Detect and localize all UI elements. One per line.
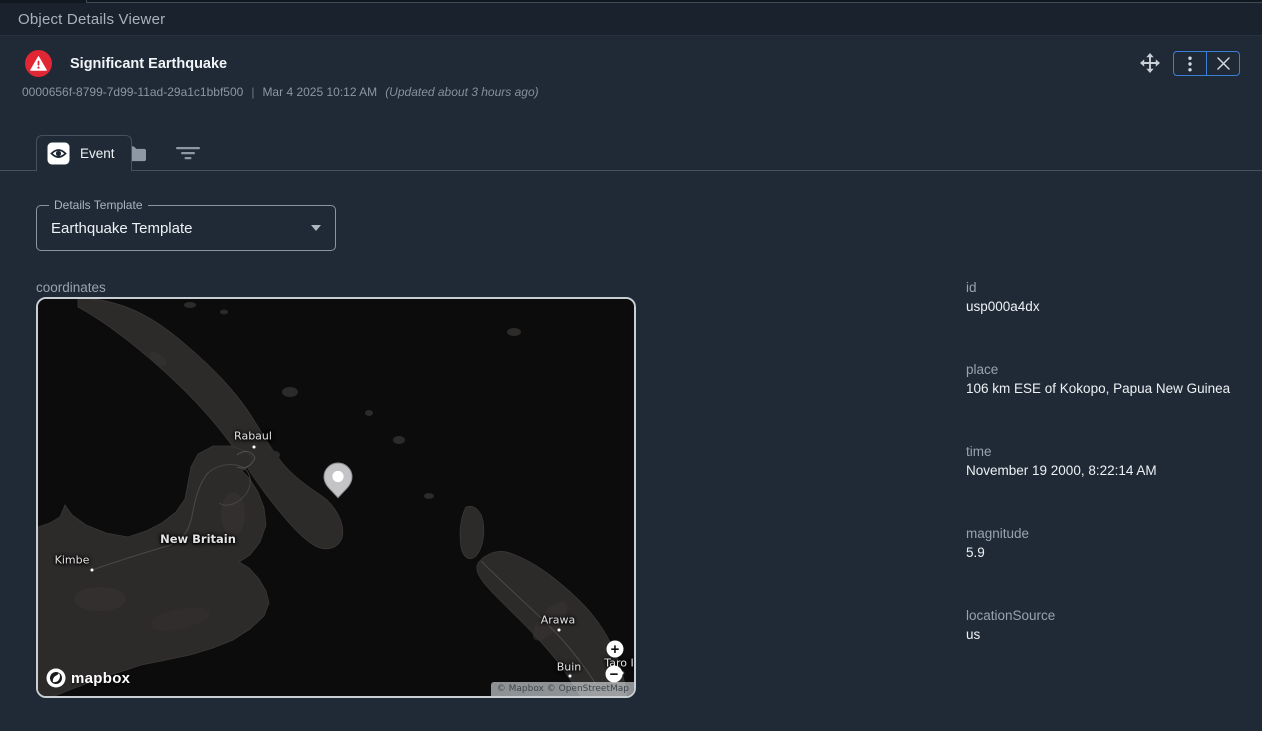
field-magnitude: magnitude 5.9	[966, 526, 1246, 560]
field-id-label: id	[966, 280, 1246, 295]
field-magnitude-label: magnitude	[966, 526, 1246, 541]
object-details-viewer-window: Object Details Viewer Significant Earthq…	[0, 0, 1262, 731]
tab-filter[interactable]	[168, 135, 208, 171]
details-template-label: Details Template	[49, 198, 148, 212]
kebab-menu-icon	[1188, 56, 1192, 72]
coordinates-field-label: coordinates	[36, 280, 106, 295]
more-options-button[interactable]	[1174, 52, 1206, 75]
tab-event[interactable]: Event	[36, 135, 132, 171]
object-title: Significant Earthquake	[70, 56, 227, 72]
details-template-value: Earthquake Template	[51, 220, 311, 237]
field-time-value: November 19 2000, 8:22:14 AM	[966, 463, 1246, 478]
field-place: place 106 km ESE of Kokopo, Papua New Gu…	[966, 362, 1246, 396]
map-dot-buin	[568, 674, 573, 679]
mapbox-logo-text: mapbox	[71, 670, 130, 687]
field-id: id usp000a4dx	[966, 280, 1246, 314]
field-place-value: 106 km ESE of Kokopo, Papua New Guinea	[966, 381, 1246, 396]
field-id-value: usp000a4dx	[966, 299, 1246, 314]
earthquake-location-pin[interactable]	[323, 462, 353, 499]
coordinates-map[interactable]: Rabaul New Britain Kimbe Arawa Buin Taro…	[36, 297, 636, 698]
field-magnitude-value: 5.9	[966, 545, 1246, 560]
map-dot-arawa	[557, 628, 562, 633]
close-icon	[1217, 57, 1230, 70]
close-button[interactable]	[1206, 52, 1239, 75]
subtitle-separator: |	[251, 85, 254, 99]
window-title: Object Details Viewer	[18, 11, 165, 28]
map-label-arawa: Arawa	[541, 614, 576, 627]
field-place-label: place	[966, 362, 1246, 377]
arrows-move-icon	[1140, 53, 1160, 73]
field-location-source-label: locationSource	[966, 608, 1246, 623]
tab-event-label: Event	[80, 146, 115, 161]
map-attribution[interactable]: © Mapbox © OpenStreetMap	[491, 682, 634, 696]
map-label-kimbe: Kimbe	[55, 554, 90, 567]
map-zoom-out-button[interactable]: −	[606, 666, 623, 683]
map-label-new-britain: New Britain	[160, 532, 236, 546]
eye-badge-icon	[47, 142, 70, 165]
field-location-source: locationSource us	[966, 608, 1246, 642]
object-id: 0000656f-8799-7d99-11ad-29a1c1bbf500	[22, 85, 243, 99]
map-dot-rabaul	[252, 445, 257, 450]
object-timestamp: Mar 4 2025 10:12 AM	[262, 85, 377, 99]
mapbox-logo-icon	[46, 668, 66, 688]
tab-bar: Event	[0, 135, 1262, 171]
chevron-down-icon	[311, 225, 321, 231]
mapbox-logo[interactable]: mapbox	[46, 668, 130, 688]
earthquake-alert-badge	[25, 50, 52, 77]
map-label-buin: Buin	[557, 661, 582, 674]
object-subtitle: 0000656f-8799-7d99-11ad-29a1c1bbf500 | M…	[22, 85, 539, 99]
field-time-label: time	[966, 444, 1246, 459]
window-titlebar: Object Details Viewer	[0, 3, 1262, 36]
filter-lines-icon	[176, 146, 200, 160]
field-time: time November 19 2000, 8:22:14 AM	[966, 444, 1246, 478]
map-label-rabaul: Rabaul	[234, 430, 272, 443]
updated-note: (Updated about 3 hours ago)	[385, 85, 538, 99]
window-action-group	[1173, 51, 1240, 76]
map-zoom-in-button[interactable]: +	[607, 641, 624, 658]
map-dot-kimbe	[90, 568, 95, 573]
field-location-source-value: us	[966, 627, 1246, 642]
warning-triangle-icon	[30, 56, 47, 71]
details-template-select[interactable]: Details Template Earthquake Template	[36, 205, 336, 251]
move-window-button[interactable]	[1139, 52, 1161, 74]
